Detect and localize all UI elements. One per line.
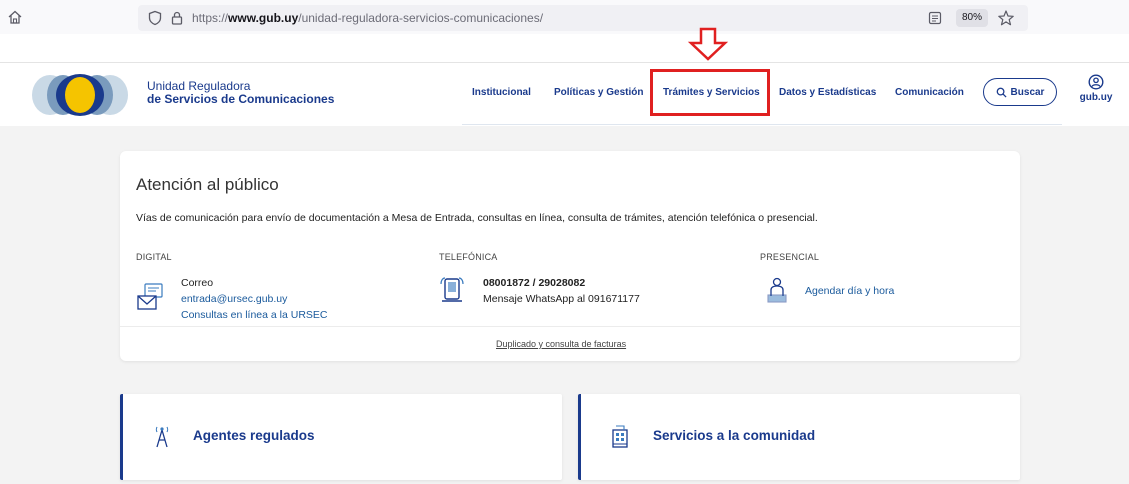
account-menu[interactable]: gub.uy	[1072, 74, 1120, 103]
url-text: https://www.gub.uy/unidad-reguladora-ser…	[192, 11, 543, 25]
search-button[interactable]: Buscar	[983, 78, 1057, 106]
phone-icon	[440, 277, 464, 302]
home-icon[interactable]	[7, 9, 23, 25]
zoom-indicator[interactable]: 80%	[956, 9, 988, 27]
address-bar[interactable]: https://www.gub.uy/unidad-reguladora-ser…	[138, 5, 1028, 31]
annotation-down-arrow-icon	[687, 27, 729, 61]
atencion-description: Vías de comunicación para envío de docum…	[136, 212, 818, 224]
org-name-line2: de Servicios de Comunicaciones	[147, 92, 335, 106]
nav-comunicacion[interactable]: Comunicación	[895, 87, 964, 98]
account-label: gub.uy	[1079, 92, 1113, 103]
nav-datos-estadisticas[interactable]: Datos y Estadísticas	[779, 87, 876, 98]
search-icon	[996, 87, 1007, 98]
card-servicios-label: Servicios a la comunidad	[653, 428, 816, 443]
ursec-logo[interactable]	[30, 73, 130, 117]
atencion-card: Atención al público Vías de comunicación…	[120, 151, 1020, 361]
agendar-link[interactable]: Agendar día y hora	[805, 285, 894, 297]
correo-label: Correo	[181, 277, 214, 289]
url-domain: www.gub.uy	[228, 11, 299, 25]
mail-icon	[137, 283, 163, 310]
antenna-icon	[155, 426, 169, 448]
presencial-label: PRESENCIAL	[760, 252, 820, 262]
card-agentes-label: Agentes regulados	[193, 428, 315, 443]
shield-icon[interactable]	[148, 10, 162, 26]
telefonica-contacts: 08001872 / 29028082 Mensaje WhatsApp al …	[483, 275, 640, 307]
phone-numbers[interactable]: 08001872 / 29028082	[483, 275, 640, 291]
url-prefix: https://	[192, 11, 229, 25]
bookmark-star-icon[interactable]	[997, 9, 1015, 27]
consultas-link[interactable]: Consultas en línea a la URSEC	[181, 307, 328, 323]
card-divider	[120, 326, 1020, 327]
email-link[interactable]: entrada@ursec.gub.uy	[181, 291, 328, 307]
facturas-link[interactable]: Duplicado y consulta de facturas	[496, 339, 626, 349]
url-path: /unidad-reguladora-servicios-comunicacio…	[298, 11, 544, 25]
atencion-title: Atención al público	[136, 175, 279, 194]
whatsapp-text: Mensaje WhatsApp al 091671177	[483, 293, 640, 305]
annotation-highlight-box	[650, 69, 770, 116]
reader-view-icon[interactable]	[928, 11, 942, 25]
search-button-label: Buscar	[1010, 86, 1045, 98]
org-name[interactable]: Unidad Reguladora de Servicios de Comuni…	[147, 80, 334, 106]
nav-institucional[interactable]: Institucional	[472, 87, 531, 98]
building-icon	[612, 425, 628, 448]
user-circle-icon	[1088, 74, 1104, 90]
person-desk-icon	[767, 277, 787, 303]
browser-toolbar: https://www.gub.uy/unidad-reguladora-ser…	[0, 0, 1129, 34]
card-servicios-comunidad[interactable]: Servicios a la comunidad	[578, 394, 1020, 480]
digital-contacts: Correo entrada@ursec.gub.uy Consultas en…	[181, 275, 328, 323]
card-agentes-regulados[interactable]: Agentes regulados	[120, 394, 562, 480]
digital-label: DIGITAL	[136, 252, 172, 262]
nav-politicas-gestion[interactable]: Políticas y Gestión	[554, 87, 643, 98]
telefonica-label: TELEFÓNICA	[439, 252, 498, 262]
lock-icon[interactable]	[170, 10, 184, 26]
nav-underline	[462, 124, 1062, 125]
